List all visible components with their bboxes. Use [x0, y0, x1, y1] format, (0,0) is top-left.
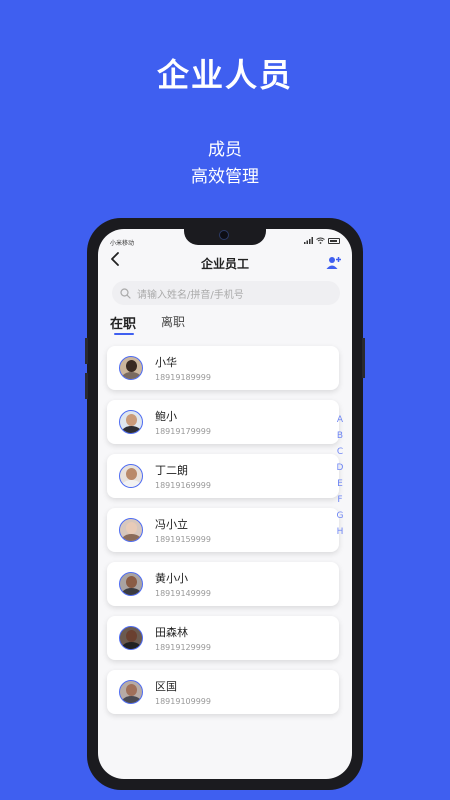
avatar — [119, 572, 143, 596]
promo-subtitle-line2: 高效管理 — [191, 167, 259, 187]
search-input[interactable]: 请输入姓名/拼音/手机号 — [137, 286, 244, 301]
index-letter-d[interactable]: D — [337, 460, 344, 476]
employee-name: 丁二朗 — [155, 464, 188, 477]
promo-subtitle-line1: 成员 — [208, 140, 242, 160]
employee-name: 田森林 — [155, 626, 188, 639]
index-letter-g[interactable]: G — [337, 508, 344, 524]
tab-active-indicator — [114, 333, 134, 335]
employee-phone: 18919179999 — [155, 427, 211, 436]
employee-phone: 18919109999 — [155, 697, 211, 706]
employee-card[interactable]: 小华 18919189999 — [107, 346, 339, 390]
search-icon — [120, 287, 131, 299]
wifi-icon — [316, 237, 325, 244]
employee-phone: 18919149999 — [155, 589, 211, 598]
employee-name: 鲍小 — [155, 410, 177, 423]
tab-on-duty[interactable]: 在职 — [110, 313, 136, 332]
index-letter-f[interactable]: F — [337, 492, 342, 508]
employee-name: 冯小立 — [155, 518, 188, 531]
employee-name: 小华 — [155, 356, 177, 369]
avatar — [119, 356, 143, 380]
status-carrier: 小米移动 — [110, 240, 135, 247]
index-letter-h[interactable]: H — [337, 524, 344, 540]
employee-name: 区国 — [155, 680, 177, 693]
employee-card[interactable]: 冯小立 18919159999 — [107, 508, 339, 552]
avatar — [119, 680, 143, 704]
avatar — [119, 464, 143, 488]
phone-side-button — [85, 338, 88, 364]
phone-side-button — [85, 373, 88, 399]
employee-phone: 18919129999 — [155, 643, 211, 652]
page-title: 企业员工 — [200, 257, 249, 271]
tab-resigned[interactable]: 离职 — [161, 313, 185, 330]
add-user-button[interactable] — [326, 255, 342, 269]
employee-card[interactable]: 区国 18919109999 — [107, 670, 339, 714]
employee-name: 黄小小 — [155, 572, 188, 585]
avatar — [119, 518, 143, 542]
index-letter-a[interactable]: A — [337, 412, 343, 428]
alphabet-index[interactable]: A B C D E F G H — [334, 412, 346, 540]
avatar — [119, 626, 143, 650]
employee-phone: 18919189999 — [155, 373, 211, 382]
camera-icon — [219, 230, 229, 240]
phone-side-button — [362, 338, 365, 378]
app-screen: 小米移动 企业员工 请输入姓名/拼音/手机号 在职 离职 小华 18919189… — [98, 229, 352, 779]
notch — [184, 229, 266, 245]
employee-phone: 18919169999 — [155, 481, 211, 490]
battery-icon — [328, 237, 340, 244]
employee-card[interactable]: 田森林 18919129999 — [107, 616, 339, 660]
status-icons — [304, 237, 340, 244]
employee-phone: 18919159999 — [155, 535, 211, 544]
employee-card[interactable]: 黄小小 18919149999 — [107, 562, 339, 606]
employee-card[interactable]: 鲍小 18919179999 — [107, 400, 339, 444]
add-user-icon — [326, 257, 341, 269]
search-bar[interactable]: 请输入姓名/拼音/手机号 — [112, 281, 340, 305]
index-letter-c[interactable]: C — [337, 444, 343, 460]
index-letter-e[interactable]: E — [337, 476, 343, 492]
signal-icon — [304, 237, 313, 244]
index-letter-b[interactable]: B — [337, 428, 343, 444]
avatar — [119, 410, 143, 434]
employee-card[interactable]: 丁二朗 18919169999 — [107, 454, 339, 498]
promo-title: 企业人员 — [156, 56, 293, 94]
